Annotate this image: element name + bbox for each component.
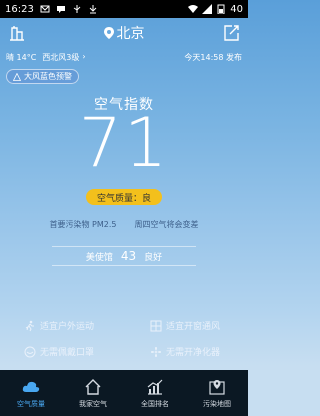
- station-value: 43: [120, 249, 137, 263]
- running-icon: [25, 320, 34, 331]
- station-level: 良好: [144, 252, 163, 263]
- signal-icon: [202, 4, 213, 14]
- tab-home-air[interactable]: 我家空气: [62, 370, 124, 416]
- city-manage-icon[interactable]: [8, 24, 26, 42]
- weather-alert-badge[interactable]: 大风蓝色预警: [6, 69, 79, 84]
- weather-wind: 西北风3级: [42, 53, 80, 62]
- tip-outdoor-exercise: 适宜户外运动: [24, 319, 94, 332]
- status-time: 16:23: [5, 3, 34, 15]
- wifi-icon: [188, 5, 199, 13]
- location-pin-icon: [103, 27, 114, 39]
- weather-expand-icon[interactable]: ›: [82, 52, 85, 66]
- ranking-chart-icon: [147, 379, 163, 395]
- home-icon: [85, 378, 101, 395]
- forecast-note: 周四空气将会变差: [134, 220, 199, 229]
- city-selector[interactable]: 北京: [103, 23, 145, 43]
- city-name: 北京: [116, 26, 145, 42]
- tip-ventilation: 适宜开窗通风: [150, 319, 220, 332]
- cloud-icon: [22, 381, 40, 392]
- station-name: 美使馆: [85, 252, 113, 263]
- update-time: 今天14:58 发布: [184, 53, 242, 62]
- warning-icon: [13, 72, 21, 81]
- mail-icon: [40, 5, 50, 13]
- purifier-fan-icon: [151, 346, 161, 357]
- battery-icon: [217, 4, 225, 14]
- window-icon: [150, 320, 162, 331]
- tab-pollution-map[interactable]: 污染地图: [186, 370, 248, 416]
- weather-condition-temp: 晴 14°C: [6, 53, 37, 62]
- bottom-tab-bar: 空气质量 我家空气 全国排名 污染地图: [0, 370, 248, 416]
- aqi-meta: 首要污染物 PM2.5 周四空气将会变差: [0, 219, 248, 230]
- message-icon: [56, 6, 65, 13]
- tab-national-ranking[interactable]: 全国排名: [124, 370, 186, 416]
- mask-icon: [24, 346, 36, 357]
- monitoring-station[interactable]: 美使馆 43 良好: [52, 246, 196, 266]
- tip-mask: 无需佩戴口罩: [24, 345, 94, 358]
- app-header: 北京: [0, 18, 248, 48]
- map-pin-icon: [209, 379, 225, 395]
- air-quality-badge: 空气质量：良: [86, 189, 162, 205]
- alert-label: 大风蓝色预警: [24, 72, 72, 81]
- usb-icon: [73, 5, 81, 13]
- weather-summary: 晴 14°C 西北风3级 › 今天14:58 发布: [6, 52, 242, 66]
- health-tips: 适宜户外运动 适宜开窗通风 无需佩戴口罩 无需开净化器: [0, 315, 248, 365]
- battery-level: 40: [230, 3, 243, 15]
- tip-air-purifier: 无需开净化器: [150, 345, 220, 358]
- share-icon[interactable]: [222, 24, 240, 42]
- download-icon: [89, 5, 97, 14]
- tab-air-quality[interactable]: 空气质量: [0, 370, 62, 416]
- primary-pollutant: 首要污染物 PM2.5: [49, 220, 117, 229]
- status-bar: 16:23 40: [0, 0, 248, 18]
- aqi-value: 71: [78, 104, 170, 183]
